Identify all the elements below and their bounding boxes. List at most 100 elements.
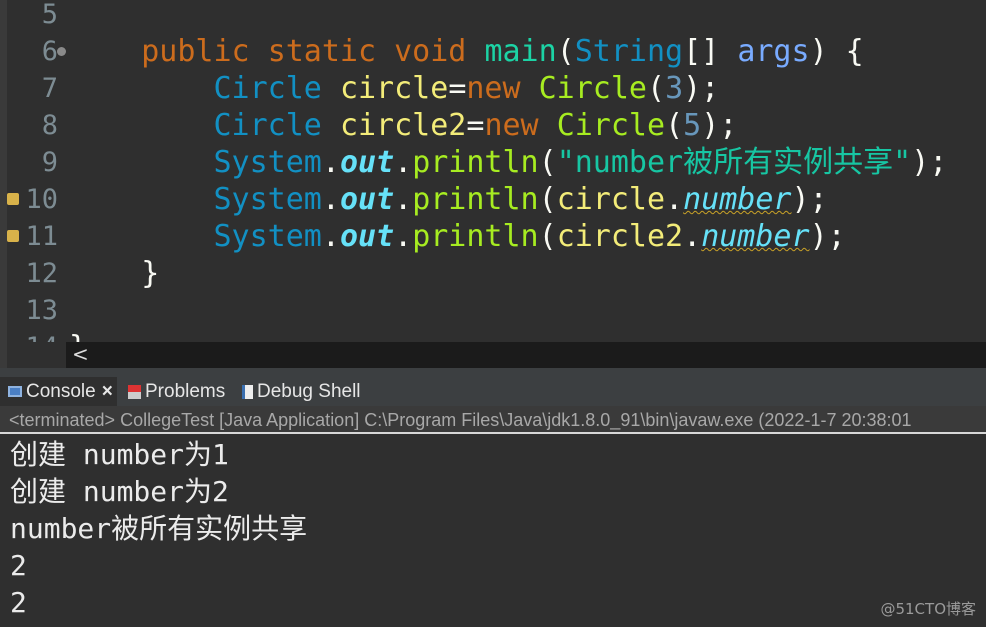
- code-token: .: [321, 182, 340, 217]
- code-token: println: [412, 219, 539, 254]
- code-token: "number被所有实例共享": [556, 145, 912, 180]
- close-icon[interactable]: ×: [102, 377, 113, 406]
- code-token: .: [394, 182, 413, 217]
- line-number: 8: [41, 110, 58, 141]
- horizontal-scrollbar[interactable]: <: [66, 342, 986, 368]
- tab-console[interactable]: Console ×: [0, 377, 117, 406]
- code-token: =: [448, 71, 467, 106]
- code-line: System.out.println("number被所有实例共享");: [69, 144, 948, 181]
- code-token: System: [213, 182, 322, 217]
- code-line: Circle circle2=new Circle(5);: [69, 107, 738, 144]
- console-line: 创建 number为1: [10, 438, 229, 471]
- code-token: }: [69, 256, 160, 291]
- line-number: 7: [41, 73, 58, 104]
- code-token: System: [213, 219, 322, 254]
- code-token: (: [665, 108, 684, 143]
- code-token: .: [321, 145, 340, 180]
- code-token: out: [339, 145, 395, 180]
- code-token: circle2: [339, 108, 467, 143]
- view-tab-bar: Console × Problems Debug Shell: [0, 377, 986, 406]
- tab-console-label: Console: [26, 381, 96, 402]
- code-token: Circle: [556, 108, 666, 143]
- code-token: []: [683, 34, 738, 69]
- console-status: <terminated> CollegeTest [Java Applicati…: [0, 406, 986, 434]
- line-number-gutter: 5 6 7 8 9 10 11 12 13 14: [7, 0, 66, 342]
- code-token: out: [339, 182, 395, 217]
- code-token: public: [141, 34, 250, 69]
- code-token: println: [412, 145, 539, 180]
- tab-problems[interactable]: Problems: [128, 377, 225, 406]
- code-token: circle: [556, 182, 666, 217]
- code-token: circle2: [556, 219, 684, 254]
- line-number: 6: [41, 36, 58, 67]
- code-line: Circle circle=new Circle(3);: [69, 70, 720, 107]
- code-token: =: [466, 108, 485, 143]
- line-number: 12: [25, 258, 58, 289]
- code-token: (: [647, 71, 666, 106]
- code-line: System.out.println(circle.number);: [69, 181, 828, 218]
- line-number: 9: [41, 147, 58, 178]
- code-token: circle: [339, 71, 449, 106]
- code-token: 3: [665, 71, 684, 106]
- code-token: main: [484, 34, 557, 69]
- code-token: (: [538, 219, 557, 254]
- code-token: ) {: [809, 34, 864, 69]
- code-line: }: [69, 255, 159, 292]
- panel-separator[interactable]: [0, 368, 986, 377]
- code-token: );: [911, 145, 948, 180]
- console-output[interactable]: 创建 number为1 创建 number为2 number被所有实例共享 2 2: [0, 436, 986, 627]
- line-number: 14: [25, 329, 58, 342]
- fold-toggle-icon[interactable]: [57, 47, 66, 56]
- code-token: .: [665, 182, 684, 217]
- scroll-left-icon[interactable]: <: [72, 342, 89, 366]
- code-token: new: [484, 108, 539, 143]
- code-token: void: [394, 34, 467, 69]
- code-token: 5: [683, 108, 702, 143]
- code-token: System: [213, 145, 322, 180]
- code-token: Circle: [538, 71, 647, 106]
- code-token: number: [701, 219, 810, 254]
- code-token: args: [737, 34, 810, 69]
- code-token: }: [69, 330, 87, 342]
- console-line: number被所有实例共享: [10, 512, 308, 545]
- code-token: .: [683, 219, 702, 254]
- tab-debug-shell[interactable]: Debug Shell: [242, 377, 361, 406]
- code-line: }: [69, 329, 87, 342]
- editor-left-border: [0, 0, 7, 368]
- code-token: (: [556, 34, 575, 69]
- code-token: (: [538, 182, 557, 217]
- line-number: 5: [41, 0, 58, 30]
- warning-marker-icon[interactable]: [7, 230, 19, 242]
- line-number: 11: [25, 221, 58, 252]
- code-token: static: [267, 34, 377, 69]
- code-token: );: [683, 71, 720, 106]
- code-token: .: [394, 145, 413, 180]
- console-line: 2: [10, 586, 27, 619]
- code-token: String: [574, 34, 684, 69]
- console-line: 2: [10, 549, 27, 582]
- code-token: new: [466, 71, 521, 106]
- line-number: 10: [25, 184, 58, 215]
- tab-debug-shell-label: Debug Shell: [257, 381, 361, 402]
- code-line: public static void main(String[] args) {: [69, 33, 864, 70]
- code-token: );: [791, 182, 828, 217]
- code-token: );: [701, 108, 738, 143]
- watermark: @51CTO博客: [880, 600, 976, 618]
- warning-marker-icon[interactable]: [7, 193, 19, 205]
- code-token: println: [412, 182, 539, 217]
- code-token: );: [809, 219, 846, 254]
- console-line: 创建 number为2: [10, 475, 229, 508]
- code-token: .: [394, 219, 413, 254]
- console-icon: [8, 386, 22, 397]
- code-editor[interactable]: 567891011121314 public static void main(…: [0, 0, 986, 342]
- code-token: out: [339, 219, 395, 254]
- code-token: Circle: [213, 108, 322, 143]
